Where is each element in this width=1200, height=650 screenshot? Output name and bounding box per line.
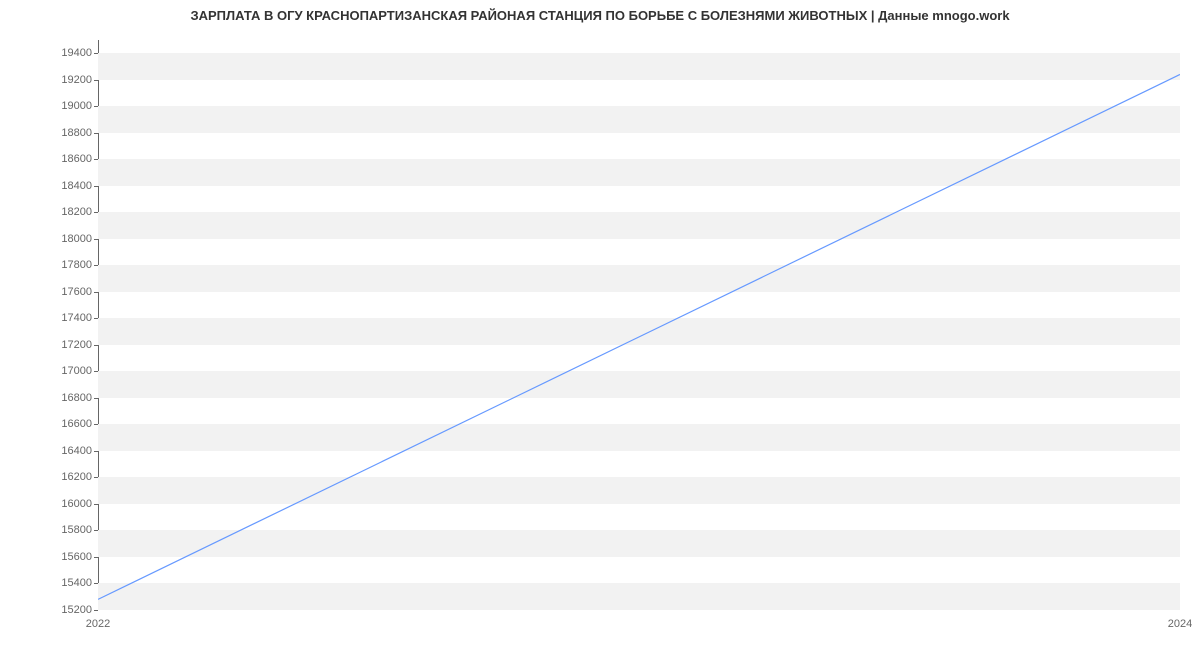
y-tick-mark [94, 398, 98, 399]
y-tick-mark [94, 106, 98, 107]
y-tick-mark [94, 133, 98, 134]
y-tick-label: 15200 [42, 604, 92, 616]
y-tick-label: 15600 [42, 551, 92, 563]
y-tick-mark [94, 212, 98, 213]
y-tick-mark [94, 530, 98, 531]
plot-area [98, 40, 1180, 610]
data-line [98, 74, 1180, 599]
y-tick-mark [94, 53, 98, 54]
y-tick-mark [94, 186, 98, 187]
chart-line-svg [98, 40, 1180, 610]
y-tick-mark [94, 239, 98, 240]
y-tick-mark [94, 477, 98, 478]
y-tick-label: 17400 [42, 312, 92, 324]
y-tick-label: 18200 [42, 206, 92, 218]
y-tick-label: 17000 [42, 365, 92, 377]
y-tick-label: 15800 [42, 524, 92, 536]
x-tick-label: 2024 [1168, 618, 1192, 630]
y-tick-label: 17200 [42, 339, 92, 351]
y-tick-label: 16600 [42, 418, 92, 430]
y-tick-mark [94, 292, 98, 293]
y-tick-label: 17600 [42, 286, 92, 298]
y-tick-label: 16400 [42, 445, 92, 457]
y-tick-mark [94, 159, 98, 160]
y-tick-label: 16200 [42, 471, 92, 483]
y-tick-mark [94, 610, 98, 611]
chart-container: ЗАРПЛАТА В ОГУ КРАСНОПАРТИЗАНСКАЯ РАЙОНА… [0, 0, 1200, 650]
y-tick-label: 18800 [42, 127, 92, 139]
y-tick-label: 18400 [42, 180, 92, 192]
chart-title: ЗАРПЛАТА В ОГУ КРАСНОПАРТИЗАНСКАЯ РАЙОНА… [0, 8, 1200, 23]
y-tick-mark [94, 80, 98, 81]
y-tick-mark [94, 265, 98, 266]
y-tick-mark [94, 583, 98, 584]
y-tick-mark [94, 371, 98, 372]
y-tick-mark [94, 424, 98, 425]
y-tick-mark [94, 557, 98, 558]
y-tick-label: 19400 [42, 47, 92, 59]
y-tick-label: 18600 [42, 153, 92, 165]
y-tick-label: 18000 [42, 233, 92, 245]
y-tick-label: 16800 [42, 392, 92, 404]
x-tick-label: 2022 [86, 618, 110, 630]
y-tick-label: 15400 [42, 577, 92, 589]
y-tick-label: 17800 [42, 259, 92, 271]
y-tick-label: 16000 [42, 498, 92, 510]
y-tick-mark [94, 451, 98, 452]
y-tick-mark [94, 504, 98, 505]
y-tick-mark [94, 318, 98, 319]
y-tick-label: 19200 [42, 74, 92, 86]
y-tick-label: 19000 [42, 100, 92, 112]
y-tick-mark [94, 345, 98, 346]
